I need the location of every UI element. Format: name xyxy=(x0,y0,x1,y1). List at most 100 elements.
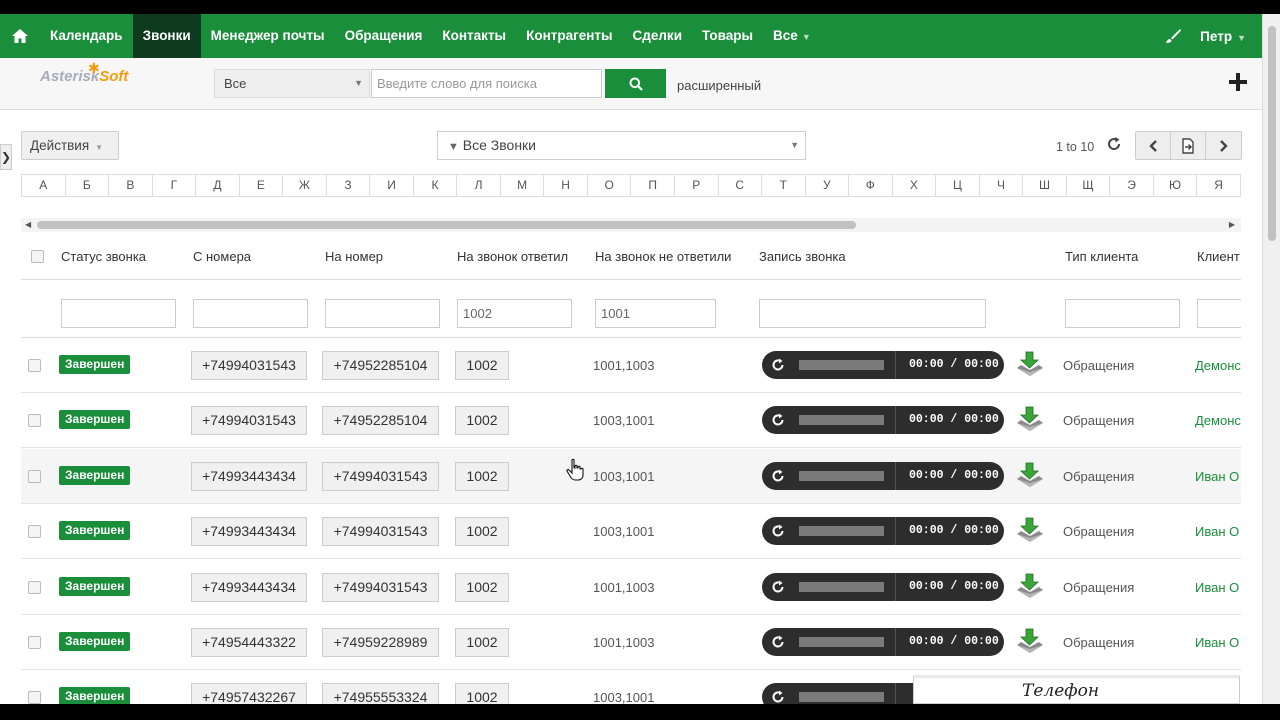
to-number-button[interactable]: +74994031543 xyxy=(322,517,439,547)
filter-client-type-input[interactable] xyxy=(1065,299,1180,328)
answered-ext-button[interactable]: 1002 xyxy=(455,572,509,602)
header-status[interactable]: Статус звонка xyxy=(61,249,146,264)
table-row[interactable]: Завершен +74994031543 +74952285104 1002 1001… xyxy=(21,338,1241,393)
filter-from-input[interactable] xyxy=(193,299,308,328)
scrollbar-thumb[interactable] xyxy=(37,221,856,229)
alphabet-letter[interactable]: Ю xyxy=(1154,175,1198,196)
to-number-button[interactable]: +74994031543 xyxy=(322,572,439,602)
nav-mail-manager[interactable]: Менеджер почты xyxy=(201,14,335,58)
alphabet-letter[interactable]: Ш xyxy=(1023,175,1067,196)
audio-player[interactable]: 00:00 / 00:00 xyxy=(762,461,1004,490)
audio-player[interactable]: 00:00 / 00:00 xyxy=(762,517,1004,546)
alphabet-letter[interactable]: К xyxy=(414,175,458,196)
user-menu[interactable]: Петр ▼ xyxy=(1200,29,1246,44)
alphabet-letter[interactable]: В xyxy=(109,175,153,196)
from-number-button[interactable]: +74993443434 xyxy=(191,461,307,491)
search-button[interactable] xyxy=(605,69,666,98)
header-client-type[interactable]: Тип клиента xyxy=(1065,249,1138,264)
actions-dropdown[interactable]: Действия ▼ xyxy=(21,131,119,160)
download-icon[interactable] xyxy=(1014,572,1046,600)
table-row[interactable]: Завершен +74994031543 +74952285104 1002 1003… xyxy=(21,393,1241,449)
alphabet-letter[interactable]: Б xyxy=(66,175,110,196)
client-link[interactable]: Иван О xyxy=(1195,580,1239,595)
list-filter-select[interactable]: ▼ Все Звонки ▼ xyxy=(437,131,806,160)
sidebar-toggle-button[interactable]: ❯ xyxy=(0,144,12,170)
answered-ext-button[interactable]: 1002 xyxy=(455,351,509,380)
alphabet-letter[interactable]: Х xyxy=(893,175,937,196)
to-number-button[interactable]: +74959228989 xyxy=(322,628,439,657)
alphabet-letter[interactable]: Р xyxy=(675,175,719,196)
from-number-button[interactable]: +74954443322 xyxy=(191,628,307,657)
audio-player[interactable]: 00:00 / 00:00 xyxy=(762,406,1004,435)
alphabet-letter[interactable]: М xyxy=(501,175,545,196)
nav-deals[interactable]: Сделки xyxy=(623,14,692,58)
nav-cases[interactable]: Обращения xyxy=(335,14,433,58)
alphabet-letter[interactable]: Щ xyxy=(1067,175,1111,196)
audio-player[interactable]: 00:00 / 00:00 xyxy=(762,628,1004,656)
alphabet-letter[interactable]: Ц xyxy=(936,175,980,196)
client-link[interactable]: Иван О xyxy=(1195,469,1239,484)
nav-products[interactable]: Товары xyxy=(692,14,763,58)
audio-progress-track[interactable] xyxy=(799,526,884,537)
vertical-scrollbar[interactable] xyxy=(1262,14,1280,704)
play-icon[interactable] xyxy=(770,412,786,428)
alphabet-letter[interactable]: Э xyxy=(1110,175,1154,196)
from-number-button[interactable]: +74957432267 xyxy=(191,683,307,704)
play-icon[interactable] xyxy=(770,357,786,373)
header-from[interactable]: С номера xyxy=(193,249,251,264)
row-checkbox[interactable] xyxy=(28,359,41,372)
nav-all-menu[interactable]: Все ▼ xyxy=(763,14,821,58)
row-checkbox[interactable] xyxy=(28,414,41,428)
alphabet-letter[interactable]: Я xyxy=(1197,175,1240,196)
table-row[interactable]: Завершен +74993443434 +74994031543 1002 1001… xyxy=(21,560,1241,615)
play-icon[interactable] xyxy=(770,634,786,650)
brush-icon[interactable] xyxy=(1164,27,1182,45)
audio-player[interactable]: 00:00 / 00:00 xyxy=(762,351,1004,379)
filter-missed-input[interactable] xyxy=(595,299,716,328)
row-checkbox[interactable] xyxy=(28,525,41,539)
filter-client-input[interactable] xyxy=(1197,299,1241,328)
to-number-button[interactable]: +74952285104 xyxy=(322,351,439,380)
answered-ext-button[interactable]: 1002 xyxy=(455,406,509,436)
nav-calendar[interactable]: Календарь xyxy=(40,14,133,58)
alphabet-letter[interactable]: П xyxy=(631,175,675,196)
advanced-search-link[interactable]: расширенный xyxy=(677,78,761,93)
audio-progress-track[interactable] xyxy=(799,415,884,426)
to-number-button[interactable]: +74952285104 xyxy=(322,406,439,436)
play-icon[interactable] xyxy=(770,468,786,484)
play-icon[interactable] xyxy=(770,523,786,539)
header-to[interactable]: На номер xyxy=(325,249,383,264)
alphabet-letter[interactable]: Н xyxy=(544,175,588,196)
alphabet-letter[interactable]: Е xyxy=(240,175,284,196)
alphabet-letter[interactable]: Г xyxy=(153,175,197,196)
filter-status-input[interactable] xyxy=(61,299,176,328)
search-scope-select[interactable]: Все ▼ xyxy=(214,69,370,98)
alphabet-letter[interactable]: З xyxy=(327,175,371,196)
export-button[interactable] xyxy=(1171,132,1206,159)
download-icon[interactable] xyxy=(1014,350,1046,378)
audio-progress-track[interactable] xyxy=(799,692,884,703)
scroll-left-icon[interactable]: ◀ xyxy=(25,218,31,232)
select-all-checkbox[interactable] xyxy=(31,250,44,263)
play-icon[interactable] xyxy=(770,579,786,595)
answered-ext-button[interactable]: 1002 xyxy=(455,683,509,704)
client-link[interactable]: Иван О xyxy=(1195,635,1239,650)
filter-recording-input[interactable] xyxy=(759,299,986,328)
row-checkbox[interactable] xyxy=(28,580,41,594)
header-client[interactable]: Клиент xyxy=(1197,249,1240,264)
answered-ext-button[interactable]: 1002 xyxy=(455,461,509,491)
previous-page-button[interactable] xyxy=(1136,132,1171,159)
filter-answered-input[interactable] xyxy=(457,299,572,328)
audio-progress-track[interactable] xyxy=(799,470,884,481)
header-missed[interactable]: На звонок не ответили xyxy=(595,249,731,264)
client-link[interactable]: Демонс xyxy=(1195,358,1241,373)
alphabet-letter[interactable]: Т xyxy=(762,175,806,196)
download-icon[interactable] xyxy=(1014,461,1046,489)
filter-to-input[interactable] xyxy=(325,299,440,328)
client-link[interactable]: Демонс xyxy=(1195,413,1241,428)
alphabet-letter[interactable]: Л xyxy=(457,175,501,196)
row-checkbox[interactable] xyxy=(28,636,41,649)
header-recording[interactable]: Запись звонка xyxy=(759,249,846,264)
answered-ext-button[interactable]: 1002 xyxy=(455,517,509,547)
nav-accounts[interactable]: Контрагенты xyxy=(516,14,622,58)
